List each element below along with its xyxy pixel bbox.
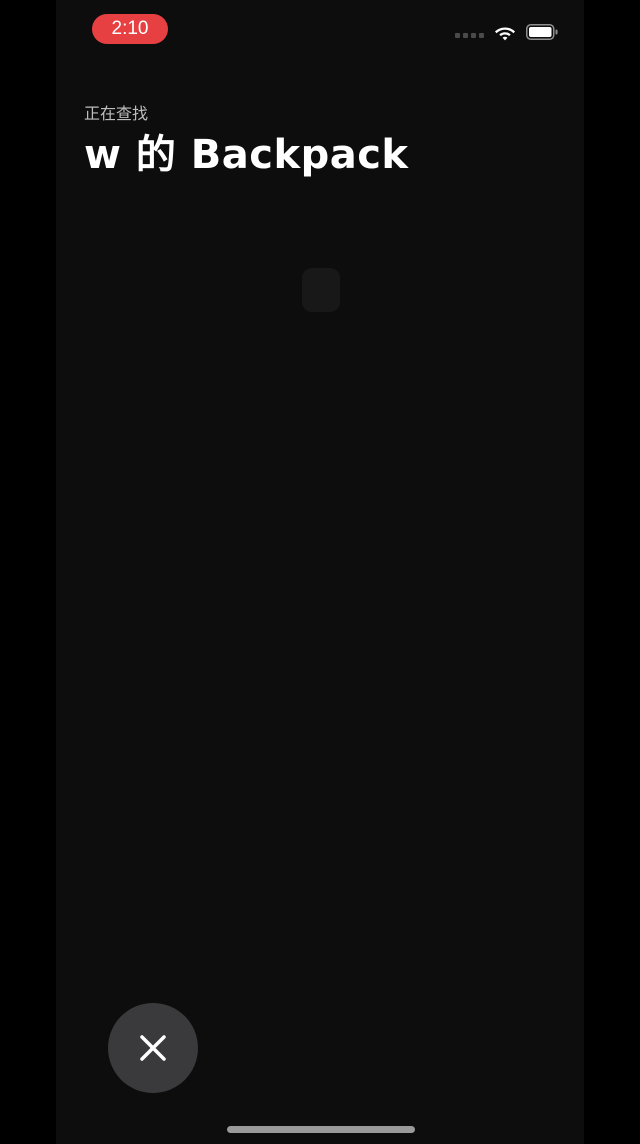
close-button[interactable] — [108, 1003, 198, 1093]
close-icon — [140, 1035, 166, 1061]
screen: 2:10 正在查找 w 的 Backpack — [56, 0, 584, 1144]
device-title: w 的 Backpack — [84, 132, 409, 178]
wifi-icon — [494, 24, 516, 41]
status-icons — [455, 20, 558, 44]
status-time[interactable]: 2:10 — [92, 14, 168, 44]
finding-indicator — [302, 268, 340, 312]
home-indicator[interactable] — [227, 1126, 415, 1133]
cellular-signal-icon — [455, 26, 484, 38]
page: 2:10 正在查找 w 的 Backpack — [0, 0, 640, 1144]
battery-icon — [526, 24, 558, 40]
finding-subtitle: 正在查找 — [84, 104, 149, 123]
